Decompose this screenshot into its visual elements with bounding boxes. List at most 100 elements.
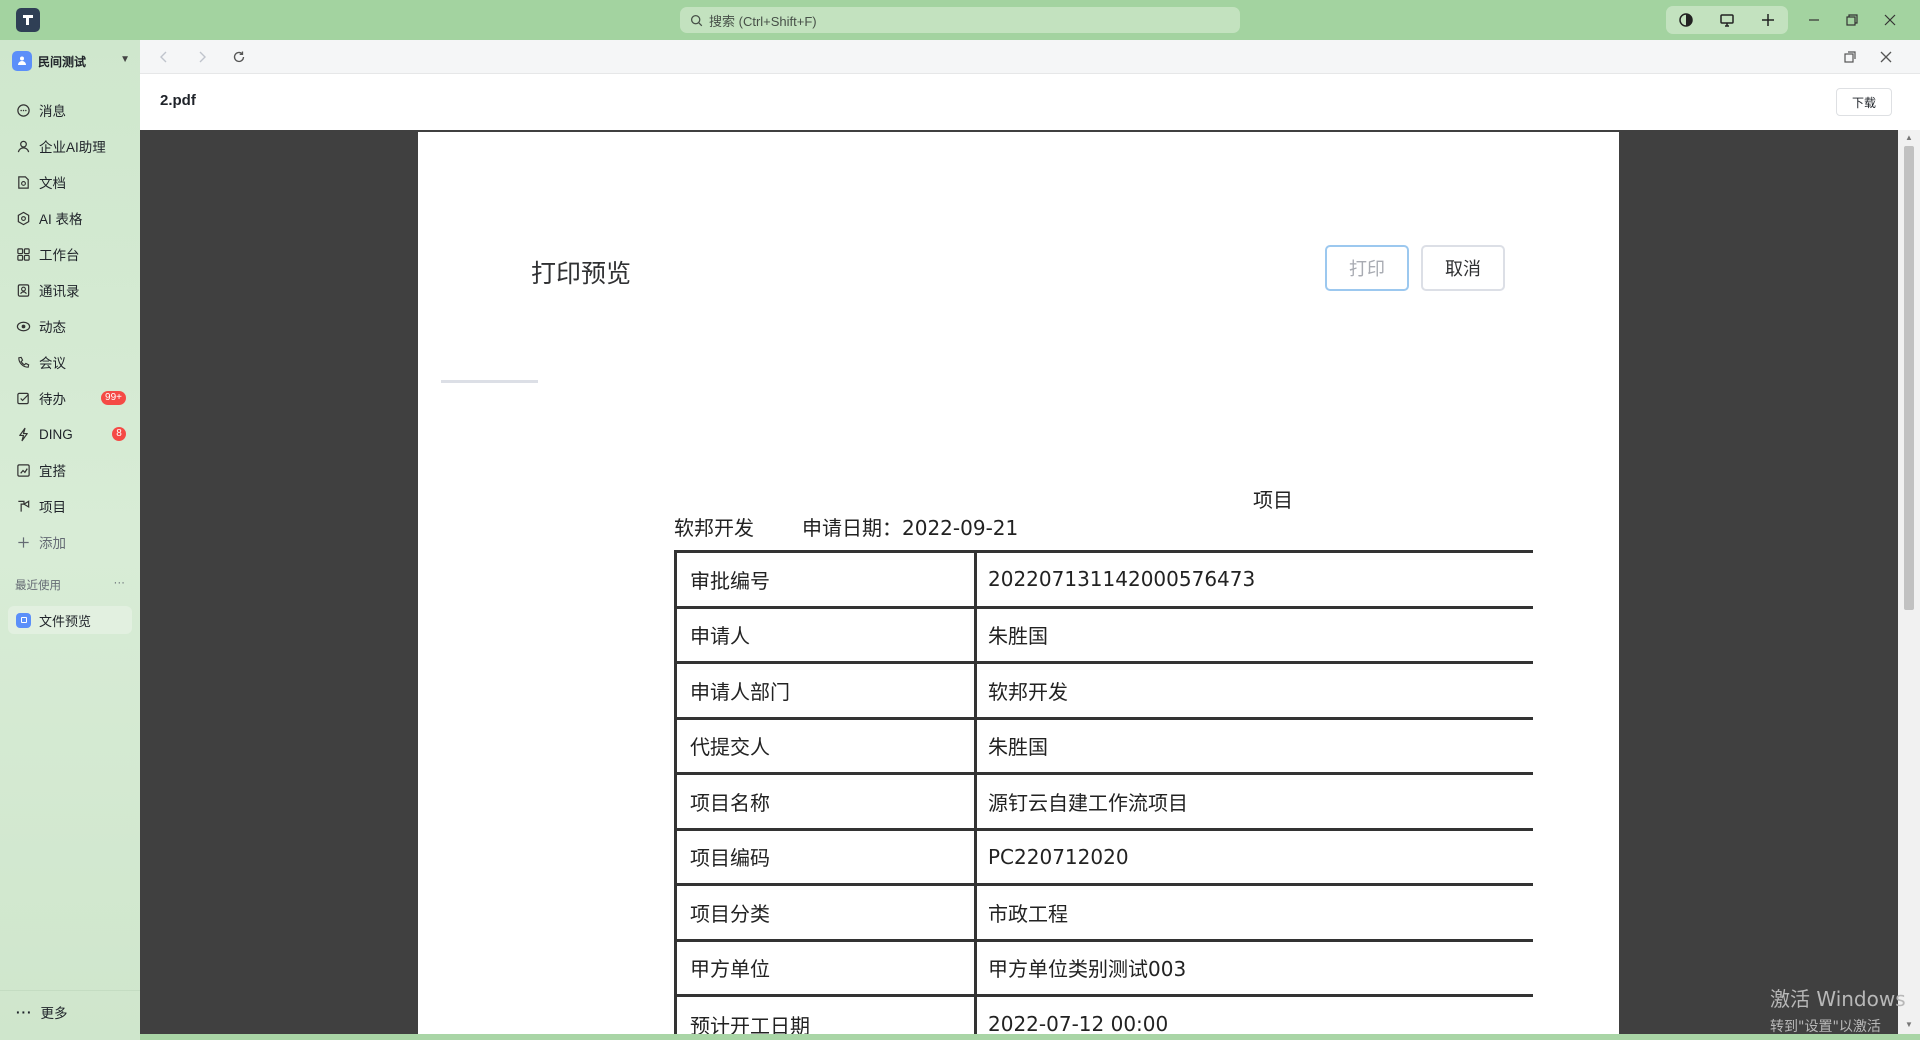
restore-button[interactable] [1834, 6, 1870, 34]
open-external-button[interactable] [1840, 47, 1860, 67]
watermark-line-1: 激活 Windows [1770, 987, 1906, 1011]
document-heading: 项目 [1253, 488, 1293, 512]
vertical-scrollbar[interactable]: ▲ ▼ [1898, 130, 1920, 1034]
contacts-icon [17, 283, 30, 297]
close-window-button[interactable] [1872, 6, 1908, 34]
close-icon [1884, 14, 1896, 26]
field-value: 202207131142000576473 [975, 550, 1533, 607]
org-name: 民间测试 [38, 54, 87, 69]
meeting-icon [18, 356, 30, 368]
sidebar-item-label: 动态 [39, 320, 66, 335]
print-button[interactable]: 打印 [1325, 245, 1409, 291]
sidebar-item-meeting[interactable]: 会议 [8, 344, 132, 380]
global-search-box[interactable]: 搜索 (Ctrl+Shift+F) [680, 7, 1240, 33]
download-button[interactable]: 下载 [1836, 88, 1892, 116]
sidebar-item-docs[interactable]: 文档 [8, 164, 132, 200]
field-label: 甲方单位 [674, 938, 977, 996]
field-value: 朱胜国 [975, 605, 1533, 663]
ding-icon [19, 427, 28, 441]
field-value: 甲方单位类别测试003 [975, 938, 1533, 996]
table-row: 项目分类 市政工程 [674, 883, 1533, 940]
sidebar-item-ai-assistant[interactable]: 企业AI助理 [8, 128, 132, 164]
scrollbar-thumb[interactable] [1904, 146, 1914, 610]
more-label: 更多 [40, 1006, 68, 1021]
sidebar-item-ding[interactable]: DING 8 [8, 416, 132, 452]
document-icon [18, 175, 29, 189]
forward-button[interactable] [192, 47, 212, 67]
approval-table: 审批编号 202207131142000576473 申请人 朱胜国 申请人部门 软邦… [674, 550, 1533, 1034]
minimize-button[interactable] [1796, 6, 1832, 34]
field-label: 预计开工日期 [674, 994, 977, 1034]
table-row: 项目名称 源钉云自建工作流项目 [674, 772, 1533, 829]
plus-icon [1761, 14, 1774, 26]
cancel-button[interactable]: 取消 [1421, 245, 1505, 291]
field-value: 源钉云自建工作流项目 [975, 772, 1533, 829]
chevron-right-icon [199, 51, 206, 63]
refresh-button[interactable] [229, 47, 249, 67]
department-text: 软邦开发 [674, 516, 754, 540]
sidebar-item-ai-table[interactable]: AI 表格 [8, 200, 132, 236]
org-switcher[interactable]: 民间测试 ▼ [12, 50, 132, 72]
table-row: 申请人 朱胜国 [674, 605, 1533, 663]
search-placeholder: 搜索 (Ctrl+Shift+F) [709, 13, 817, 29]
windows-activation-watermark: 激活 Windows 转到"设置"以激活 Windows。 [1770, 983, 1920, 1040]
back-button[interactable] [154, 47, 174, 67]
sidebar-item-label: AI 表格 [39, 212, 83, 227]
field-label: 申请人部门 [674, 661, 977, 718]
app-logo-icon [23, 15, 33, 25]
field-label: 代提交人 [674, 716, 977, 774]
close-icon [1880, 51, 1892, 63]
todo-count-badge: 99+ [101, 391, 126, 405]
field-value: 2022-07-12 00:00 [975, 994, 1533, 1034]
sidebar-item-label: 工作台 [39, 248, 80, 263]
close-panel-button[interactable] [1876, 47, 1896, 67]
open-external-icon [1844, 51, 1856, 63]
field-value: 朱胜国 [975, 716, 1533, 774]
title-bar: 搜索 (Ctrl+Shift+F) [0, 0, 1920, 40]
sidebar-item-activity[interactable]: 动态 [8, 308, 132, 344]
pdf-viewer[interactable]: 打印预览 打印 取消 项目 软邦开发 申请日期：2022-09-21 审批编号 20… [140, 130, 1898, 1034]
sidebar-item-yida[interactable]: 宜搭 [8, 452, 132, 488]
table-row: 预计开工日期 2022-07-12 00:00 [674, 994, 1533, 1034]
scroll-up-arrow[interactable]: ▲ [1904, 133, 1914, 143]
yida-icon [17, 463, 30, 477]
sidebar-item-label: DING [39, 426, 73, 442]
field-value: 软邦开发 [975, 661, 1533, 718]
field-label: 审批编号 [674, 550, 977, 607]
field-value: 市政工程 [975, 883, 1533, 940]
sidebar-item-label: 项目 [39, 500, 66, 515]
sidebar-item-workbench[interactable]: 工作台 [8, 236, 132, 272]
ai-assistant-icon [17, 140, 30, 152]
monitor-icon [1720, 14, 1734, 27]
sidebar-item-messages[interactable]: 消息 [8, 92, 132, 128]
ai-table-icon [17, 211, 30, 225]
recent-header: 最近使用 ··· [15, 577, 125, 593]
sidebar-item-label: 宜搭 [39, 464, 66, 479]
sidebar: 民间测试 ▼ 消息 企业AI助理 文档 AI 表格 工作台 通讯录 动态 会议 … [0, 40, 140, 1040]
theme-toggle-button[interactable] [1672, 6, 1700, 34]
caret-down-icon[interactable]: ▼ [120, 54, 130, 65]
recent-item-file-preview[interactable]: 文件预览 [8, 606, 132, 634]
sidebar-item-contacts[interactable]: 通讯录 [8, 272, 132, 308]
table-row: 审批编号 202207131142000576473 [674, 550, 1533, 607]
workbench-icon [17, 247, 30, 261]
sidebar-divider [0, 990, 140, 991]
recent-more-button[interactable]: ··· [114, 577, 126, 593]
minimize-icon [1809, 19, 1819, 21]
browser-nav-bar [140, 40, 1920, 74]
sidebar-nav: 消息 企业AI助理 文档 AI 表格 工作台 通讯录 动态 会议 待办 99+ … [8, 92, 132, 560]
sidebar-item-label: 文档 [39, 176, 66, 191]
new-button[interactable] [1754, 6, 1782, 34]
sidebar-item-project[interactable]: 项目 [8, 488, 132, 524]
sidebar-item-todo[interactable]: 待办 99+ [8, 380, 132, 416]
sidebar-item-label: 待办 [39, 392, 66, 407]
app-logo[interactable] [16, 8, 40, 32]
sidebar-item-label: 通讯录 [39, 284, 80, 299]
screen-share-button[interactable] [1713, 6, 1741, 34]
plus-icon [18, 536, 29, 548]
restore-icon [1846, 14, 1858, 26]
sidebar-item-add[interactable]: 添加 [8, 524, 132, 560]
message-icon [17, 103, 30, 117]
sidebar-more-button[interactable]: ··· 更多 [16, 1002, 68, 1022]
file-name: 2.pdf [160, 92, 196, 109]
